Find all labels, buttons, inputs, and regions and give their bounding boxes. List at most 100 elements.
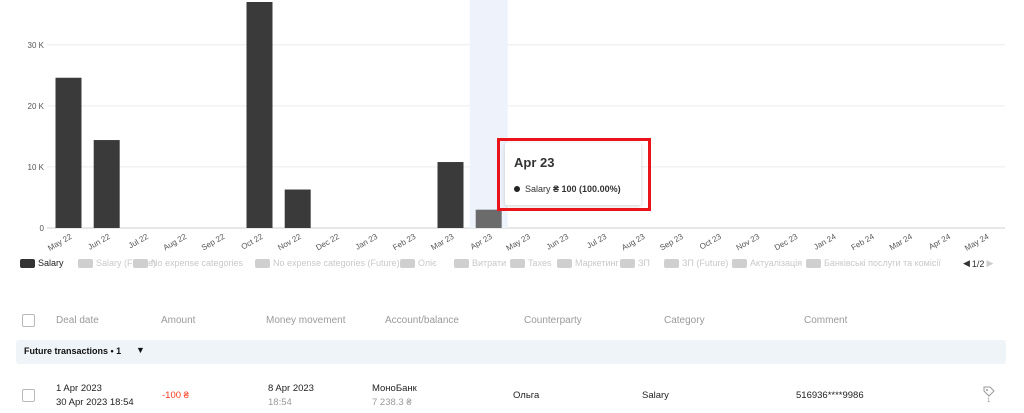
deal-date: 1 Apr 2023 <box>56 383 102 394</box>
legend-swatch <box>510 258 525 268</box>
header-account[interactable]: Account/balance <box>385 315 459 326</box>
movement-time: 18:54 <box>268 397 292 408</box>
comment-text: 516936****9986 <box>796 390 864 401</box>
x-tick-label: Jul 22 <box>127 232 150 251</box>
x-tick-label: Mar 24 <box>888 232 915 252</box>
account-name: МоноБанк <box>372 383 417 394</box>
legend-page-label: 1/2 <box>971 258 985 269</box>
x-tick-label: Aug 23 <box>620 232 647 252</box>
legend-label: Оліє <box>418 258 437 268</box>
group-label: Future transactions • 1 <box>24 346 122 356</box>
legend-label: ЗП (Future) <box>682 258 729 268</box>
account-balance: 7 238.3 ₴ <box>372 397 412 408</box>
legend-swatch <box>454 258 469 268</box>
legend-prev-icon[interactable]: ◀ <box>963 258 970 269</box>
legend-label: No expense categories (Future) <box>273 258 400 268</box>
bar <box>246 2 273 228</box>
x-tick-label: Apr 24 <box>927 232 952 252</box>
legend-swatch <box>400 258 415 268</box>
legend-item[interactable]: Актуалізація <box>732 258 802 268</box>
legend-swatch <box>806 258 821 268</box>
x-tick-label: Nov 22 <box>276 232 303 252</box>
legend-label: Маркетинг <box>575 258 619 268</box>
row-checkbox[interactable] <box>22 389 35 402</box>
legend-item[interactable]: ЗП <box>620 258 650 268</box>
header-category[interactable]: Category <box>664 315 705 326</box>
legend-item[interactable]: Банківські послуги та комісії <box>806 258 941 268</box>
select-all-checkbox[interactable] <box>22 314 35 327</box>
header-amount[interactable]: Amount <box>161 315 195 326</box>
legend-item[interactable]: No expense categories (Future) <box>255 258 400 268</box>
legend-label: ЗП <box>638 258 650 268</box>
legend-item[interactable]: Оліє <box>400 258 437 268</box>
legend-swatch <box>255 258 270 268</box>
legend-next-icon[interactable]: ▶ <box>986 258 993 269</box>
table-row[interactable]: 1 Apr 2023 30 Apr 2023 18:54 -100 ₴ 8 Ap… <box>0 375 1024 413</box>
x-tick-label: Jul 23 <box>585 232 608 251</box>
x-tick-label: May 22 <box>46 232 74 252</box>
legend-swatch <box>557 258 572 268</box>
legend-item[interactable]: ЗП (Future) <box>664 258 728 268</box>
bar <box>437 162 464 228</box>
x-tick-label: Oct 23 <box>698 232 723 252</box>
bar <box>55 77 82 228</box>
x-tick-label: Jun 23 <box>545 232 571 252</box>
bar <box>475 209 502 228</box>
legend-label: Salary <box>38 258 64 268</box>
legend-item[interactable]: Витрати <box>454 258 506 268</box>
legend-swatch <box>133 258 148 268</box>
legend-label: Витрати <box>472 258 507 268</box>
legend-swatch <box>732 258 747 268</box>
legend-label: Taxes <box>528 258 552 268</box>
x-tick-label: Jun 22 <box>86 232 112 252</box>
x-tick-label: May 24 <box>963 232 991 252</box>
legend-swatch <box>664 258 679 268</box>
y-tick-label: 30 K <box>28 41 45 50</box>
legend-pager: ◀ 1/2 ▶ <box>963 258 993 269</box>
y-tick-label: 0 <box>40 224 45 233</box>
tooltip-highlight-box <box>497 138 651 211</box>
header-deal-date[interactable]: Deal date <box>56 315 99 326</box>
counterparty-name: Ольга <box>513 390 540 401</box>
x-tick-label: Sep 22 <box>200 232 227 252</box>
legend-item[interactable]: Маркетинг <box>557 258 619 268</box>
legend-label: No expense categories <box>151 258 244 268</box>
category-name: Salary <box>642 390 669 401</box>
legend-swatch <box>20 258 35 268</box>
y-tick-label: 20 K <box>28 102 45 111</box>
table-header: Deal date Amount Money movement Account/… <box>0 312 1024 332</box>
legend-swatch <box>620 258 635 268</box>
legend-item[interactable]: Salary <box>20 258 64 268</box>
x-tick-label: Nov 23 <box>735 232 762 252</box>
x-tick-label: Mar 23 <box>429 232 456 252</box>
x-tick-label: May 23 <box>505 232 533 252</box>
future-transactions-group[interactable]: Future transactions • 1 ▼ <box>16 340 1006 364</box>
legend-label: Банківські послуги та комісії <box>824 258 941 268</box>
header-comment[interactable]: Comment <box>804 315 847 326</box>
x-tick-label: Dec 22 <box>314 232 341 252</box>
legend-item[interactable]: Taxes <box>510 258 552 268</box>
x-tick-label: Aug 22 <box>162 232 189 252</box>
amount-value: -100 ₴ <box>162 390 189 401</box>
x-tick-label: Feb 24 <box>850 232 877 252</box>
legend-item[interactable]: No expense categories <box>133 258 243 268</box>
legend-label: Актуалізація <box>750 258 803 268</box>
deal-datetime: 30 Apr 2023 18:54 <box>56 397 134 408</box>
bar <box>284 189 311 228</box>
x-tick-label: Jan 23 <box>354 232 380 252</box>
x-tick-label: Dec 23 <box>773 232 800 252</box>
caret-down-icon[interactable]: ▼ <box>136 345 145 355</box>
x-tick-label: Jan 24 <box>812 232 838 252</box>
x-tick-label: Feb 23 <box>391 232 418 252</box>
movement-date: 8 Apr 2023 <box>268 383 314 394</box>
legend-swatch <box>78 258 93 268</box>
chart-legend: Salary Salary (Future) No expense categori… <box>0 258 1024 276</box>
x-tick-label: Sep 23 <box>658 232 685 252</box>
x-tick-label: Apr 23 <box>469 232 494 252</box>
y-tick-label: 10 K <box>28 163 45 172</box>
tag-count: 1 <box>987 398 991 403</box>
bar <box>93 140 120 228</box>
tag-icon[interactable]: 1 <box>982 385 996 403</box>
header-counterparty[interactable]: Counterparty <box>524 315 582 326</box>
header-money-movement[interactable]: Money movement <box>266 315 345 326</box>
